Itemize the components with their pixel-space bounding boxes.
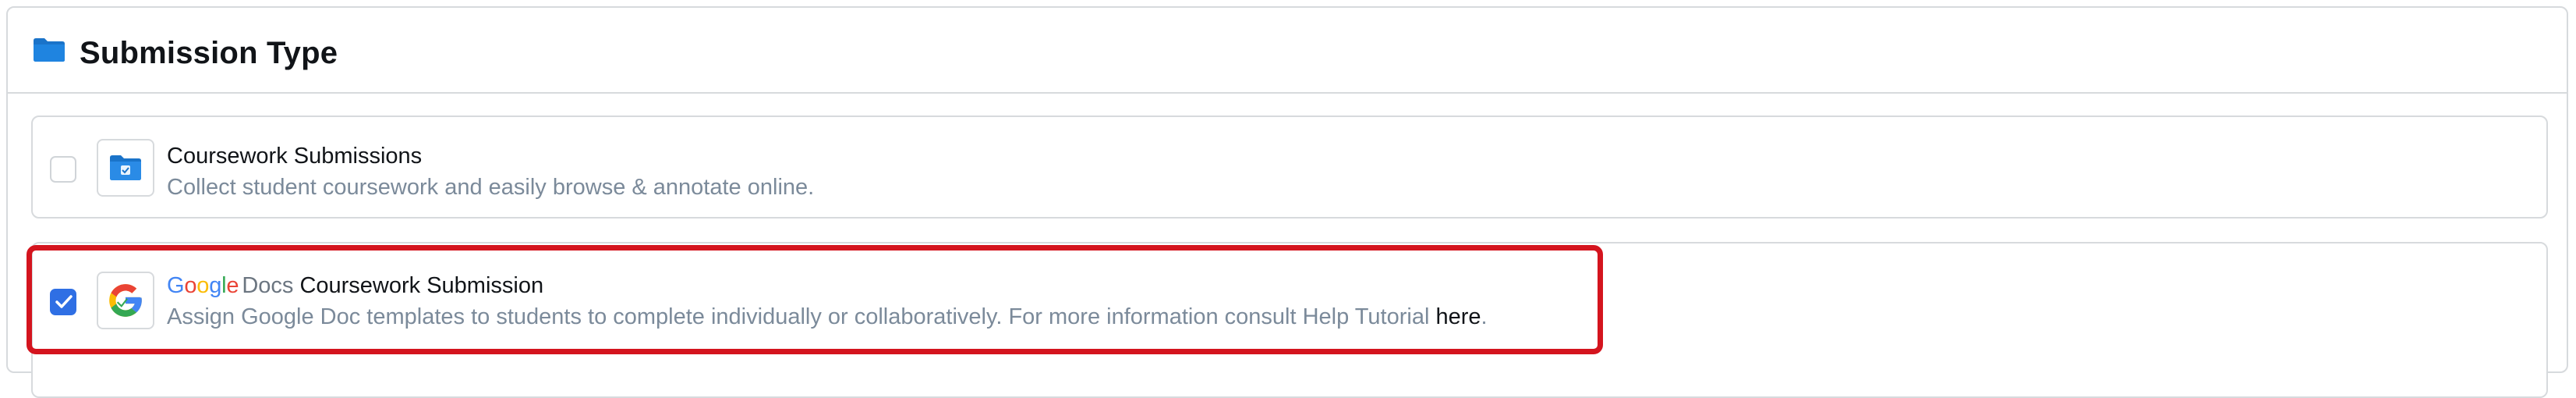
- submission-type-panel: Submission Type Coursework Submissions C…: [6, 6, 2568, 398]
- coursework-submissions-checkbox[interactable]: [50, 156, 76, 183]
- help-tutorial-link[interactable]: here: [1435, 304, 1481, 329]
- option-title: Google Docs Coursework Submission: [167, 272, 543, 300]
- option-google-docs-coursework-submission[interactable]: Google Docs Coursework Submission Assign G…: [31, 242, 2548, 398]
- google-wordmark: Google: [167, 273, 239, 298]
- coursework-folder-icon: [97, 139, 154, 197]
- docs-wordmark: Docs: [242, 273, 294, 298]
- panel-header: Submission Type: [8, 8, 2567, 94]
- checkmark-icon: [55, 295, 73, 308]
- folder-icon: [33, 37, 65, 62]
- option-title-text: Coursework Submission: [299, 273, 544, 298]
- google-g-icon: [97, 272, 154, 329]
- option-title: Coursework Submissions: [167, 144, 423, 169]
- description-period: .: [1481, 304, 1488, 329]
- option-coursework-submissions[interactable]: Coursework Submissions Collect student c…: [31, 115, 2548, 219]
- google-docs-submission-checkbox[interactable]: [50, 289, 76, 315]
- option-description-text: Assign Google Doc templates to students …: [167, 304, 1436, 329]
- option-description: Collect student coursework and easily br…: [167, 175, 815, 200]
- option-description: Assign Google Doc templates to students …: [167, 303, 1488, 331]
- page-title: Submission Type: [80, 36, 338, 70]
